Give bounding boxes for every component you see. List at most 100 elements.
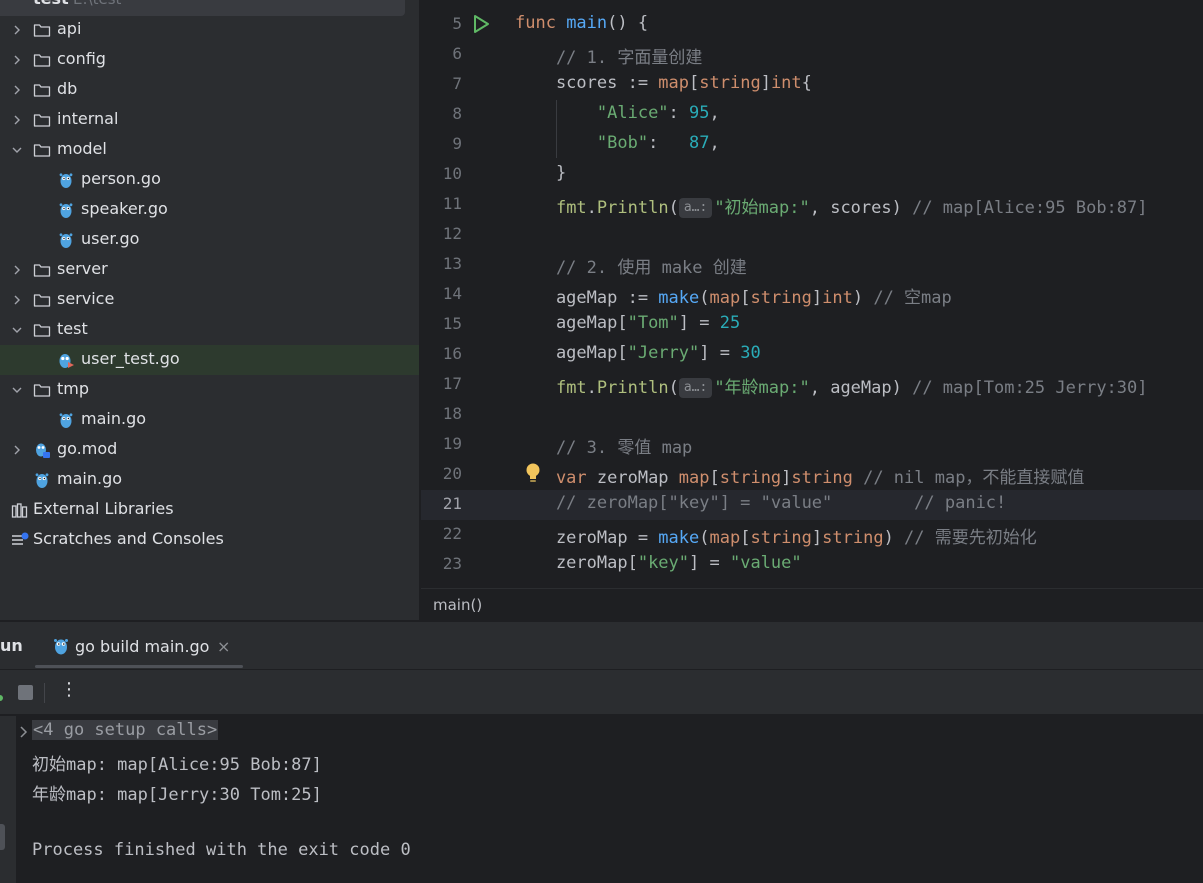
line-number[interactable]: 14 xyxy=(421,284,462,303)
line-number[interactable]: 13 xyxy=(421,254,462,273)
line-number[interactable]: 5 xyxy=(421,14,462,33)
tree-item[interactable]: main.go xyxy=(0,405,419,435)
code-text: zeroMap["key"] = "value" xyxy=(515,553,802,573)
folder-icon xyxy=(33,51,51,69)
code-line[interactable]: 11 fmt.Println(a…: "初始map:", scores) // m… xyxy=(421,190,1203,220)
tree-item[interactable]: server xyxy=(0,255,419,285)
line-number[interactable]: 6 xyxy=(421,44,462,63)
run-tool-window-header: un go build main.go × xyxy=(0,622,1203,670)
code-line[interactable]: 15 ageMap["Tom"] = 25 xyxy=(421,310,1203,340)
breadcrumb[interactable]: main() xyxy=(433,596,482,614)
code-line[interactable]: 10 } xyxy=(421,160,1203,190)
tree-root-path: E:\test xyxy=(73,0,121,8)
lightbulb-icon[interactable] xyxy=(524,462,542,484)
inlay-hint[interactable]: a…: xyxy=(678,198,713,218)
run-gutter-icon[interactable] xyxy=(472,14,490,34)
line-number[interactable]: 20 xyxy=(421,464,462,483)
code-line[interactable]: 12 xyxy=(421,220,1203,250)
line-number[interactable]: 22 xyxy=(421,524,462,543)
tree-item[interactable]: config xyxy=(0,45,419,75)
code-line[interactable]: 5 func main() { xyxy=(421,10,1203,40)
line-number[interactable]: 15 xyxy=(421,314,462,333)
code-token: ( xyxy=(699,288,710,308)
code-line[interactable]: 18 xyxy=(421,400,1203,430)
keyword-token: int xyxy=(770,73,802,93)
tree-item[interactable]: Scratches and Consoles xyxy=(0,525,419,555)
tree-item[interactable]: main.go xyxy=(0,465,419,495)
chevron-right-icon[interactable] xyxy=(11,294,23,306)
tree-item[interactable]: internal xyxy=(0,105,419,135)
code-token: ] xyxy=(811,288,823,308)
chevron-right-icon[interactable] xyxy=(11,264,23,276)
chevron-right-icon[interactable] xyxy=(11,24,23,36)
tree-root[interactable]: test E:\test xyxy=(0,0,405,16)
code-token: [ xyxy=(709,468,720,488)
setup-calls-fold[interactable]: <4 go setup calls> xyxy=(32,720,219,740)
keyword-token: int xyxy=(822,288,853,308)
code-line[interactable]: 21 // zeroMap["key"] = "value" // panic! xyxy=(421,490,1203,520)
project-tool-window: test E:\test api config db internal model perso… xyxy=(0,0,419,620)
line-number[interactable]: 19 xyxy=(421,434,462,453)
chevron-right-icon[interactable] xyxy=(11,54,23,66)
code-token: { xyxy=(801,73,812,93)
tree-item[interactable]: person.go xyxy=(0,165,419,195)
code-line[interactable]: 13 // 2. 使用 make 创建 xyxy=(421,250,1203,280)
tree-item[interactable]: api xyxy=(0,15,419,45)
more-icon[interactable]: ⋮ xyxy=(60,679,78,700)
line-number[interactable]: 16 xyxy=(421,344,462,363)
tree-item[interactable]: test xyxy=(0,315,419,345)
folder-icon xyxy=(33,291,51,309)
code-token: ] = xyxy=(678,313,720,333)
code-line[interactable]: 17 fmt.Println(a…: "年龄map:", ageMap) // m… xyxy=(421,370,1203,400)
stop-icon[interactable] xyxy=(18,685,33,700)
code-line[interactable]: 9 "Bob": 87, xyxy=(421,130,1203,160)
code-line[interactable]: 6 // 1. 字面量创建 xyxy=(421,40,1203,70)
chevron-down-icon[interactable] xyxy=(11,384,23,396)
line-number[interactable]: 10 xyxy=(421,164,462,183)
rerun-icon[interactable] xyxy=(0,684,5,704)
chevron-down-icon[interactable] xyxy=(11,324,23,336)
code-token: ageMap[ xyxy=(515,343,628,363)
tree-item[interactable]: service xyxy=(0,285,419,315)
line-number[interactable]: 18 xyxy=(421,404,462,423)
close-icon[interactable]: × xyxy=(217,637,230,656)
code-token: : xyxy=(648,133,690,153)
console-output[interactable]: <4 go setup calls> 初始map: map[Alice:95 B… xyxy=(0,716,1203,883)
tree-item[interactable]: db xyxy=(0,75,419,105)
code-line[interactable]: 22 zeroMap = make(map[string]string) // … xyxy=(421,520,1203,550)
line-number[interactable]: 9 xyxy=(421,134,462,153)
line-number[interactable]: 11 xyxy=(421,194,462,213)
code-editor[interactable]: 5 func main() {6 // 1. 字面量创建 7 scores := m… xyxy=(421,0,1203,588)
tree-item[interactable]: user.go xyxy=(0,225,419,255)
tree-item[interactable]: External Libraries xyxy=(0,495,419,525)
line-number[interactable]: 8 xyxy=(421,104,462,123)
code-token: . xyxy=(586,198,597,218)
line-number[interactable]: 7 xyxy=(421,74,462,93)
tree-item[interactable]: tmp xyxy=(0,375,419,405)
run-tab[interactable]: go build main.go × xyxy=(35,628,243,668)
chevron-down-icon[interactable] xyxy=(11,144,23,156)
tree-item[interactable]: user_test.go xyxy=(0,345,419,375)
code-token: , scores) xyxy=(809,198,913,218)
chevron-right-icon[interactable] xyxy=(11,114,23,126)
tree-item[interactable]: go.mod xyxy=(0,435,419,465)
line-number[interactable]: 21 xyxy=(421,494,462,513)
line-number[interactable]: 12 xyxy=(421,224,462,243)
package-token: Println xyxy=(596,378,669,398)
chevron-right-icon[interactable] xyxy=(11,84,23,96)
code-line[interactable]: 19 // 3. 零值 map xyxy=(421,430,1203,460)
code-line[interactable]: 7 scores := map[string]int{ xyxy=(421,70,1203,100)
chevron-right-icon[interactable] xyxy=(11,444,23,456)
line-number[interactable]: 23 xyxy=(421,554,462,573)
folder-icon xyxy=(33,141,51,159)
code-line[interactable]: 14 ageMap := make(map[string]int) // 空ma… xyxy=(421,280,1203,310)
line-number[interactable]: 17 xyxy=(421,374,462,393)
tree-item[interactable]: speaker.go xyxy=(0,195,419,225)
console-scrollbar[interactable] xyxy=(0,824,5,850)
code-line[interactable]: 16 ageMap["Jerry"] = 30 xyxy=(421,340,1203,370)
code-line[interactable]: 8 "Alice": 95, xyxy=(421,100,1203,130)
inlay-hint[interactable]: a…: xyxy=(678,378,713,398)
chevron-right-icon[interactable] xyxy=(19,724,29,738)
code-line[interactable]: 23 zeroMap["key"] = "value" xyxy=(421,550,1203,580)
tree-item[interactable]: model xyxy=(0,135,419,165)
